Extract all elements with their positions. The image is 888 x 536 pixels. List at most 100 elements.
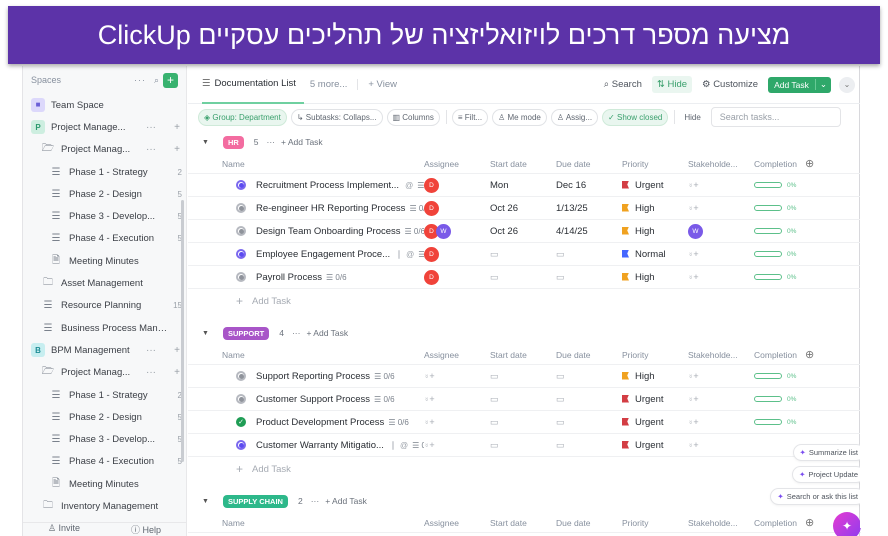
priority-cell[interactable]: High <box>622 226 688 237</box>
add-stakeholder-icon[interactable]: ⍤+ <box>688 394 699 404</box>
stakeholder-cell[interactable]: ⍤+ <box>688 394 754 405</box>
priority-cell[interactable]: High <box>622 371 688 382</box>
column-name[interactable]: Name <box>188 350 424 360</box>
status-todo-icon[interactable] <box>236 371 246 381</box>
sidebar-item[interactable]: ☰ Phase 4 - Execution 5 <box>23 451 186 473</box>
table-row[interactable]: Customer Support Process ☰ 0/6 ⍤+ ▭ ▭ Urgent ⍤… <box>188 388 861 411</box>
plus-icon[interactable]: + <box>174 122 180 133</box>
item-actions[interactable]: ··· + <box>146 144 186 155</box>
task-name[interactable]: Customer Warranty Mitigatio... <box>256 440 384 451</box>
avatar[interactable]: W <box>688 223 703 239</box>
chevron-down-icon[interactable]: ⌄ <box>814 79 831 90</box>
due-date-cell[interactable]: Dec 16 <box>556 180 622 191</box>
ai-action-button[interactable]: ✦ Project Update <box>792 466 861 483</box>
calendar-icon[interactable]: ▭ <box>490 272 499 282</box>
add-assignee-icon[interactable]: ⍤+ <box>424 440 435 450</box>
column-completion[interactable]: Completion ⊕ <box>754 157 824 170</box>
more-icon[interactable]: ··· <box>311 496 320 506</box>
due-date-cell[interactable]: 1/13/25 <box>556 203 622 214</box>
sidebar-item[interactable]: ☰ Resource Planning 15 <box>23 295 186 317</box>
task-name-cell[interactable]: Customer Support Process ☰ 0/6 <box>188 394 424 405</box>
add-task-row[interactable]: + Add Task <box>188 289 861 313</box>
priority-cell[interactable]: High <box>622 272 688 283</box>
subtasks-count[interactable]: ☰ 0/6 <box>405 227 424 236</box>
checkbox[interactable] <box>391 440 394 450</box>
start-date-cell[interactable]: ▭ <box>490 440 556 451</box>
assignee-cell[interactable]: D <box>424 246 490 262</box>
status-todo-icon[interactable] <box>236 226 246 236</box>
subtasks-count[interactable]: ☰ 0/6 <box>374 395 395 404</box>
group-tag[interactable]: SUPPORT <box>222 326 270 340</box>
avatar[interactable]: D <box>424 177 439 193</box>
subtasks-count[interactable]: ☰ 0/6 <box>409 204 424 213</box>
sidebar-item[interactable]: ☰ Phase 3 - Develop... 5 <box>23 205 186 227</box>
stakeholder-cell[interactable]: ⍤+ <box>688 203 754 214</box>
priority-cell[interactable]: Normal <box>622 249 688 260</box>
add-stakeholder-icon[interactable]: ⍤+ <box>688 272 699 282</box>
task-name[interactable]: Recruitment Process Implement... <box>256 180 399 191</box>
more-icon[interactable]: ··· <box>134 75 146 85</box>
item-actions[interactable]: ··· + <box>146 367 186 378</box>
sidebar-item[interactable]: 🗎 Meeting Minutes <box>23 250 186 272</box>
sidebar-item[interactable]: 🗀 Asset Management <box>23 272 186 294</box>
calendar-icon[interactable]: ▭ <box>556 417 565 427</box>
table-row[interactable]: Customer Warranty Mitigatio...@☰ 0/6⍤+▭▭… <box>188 434 861 457</box>
task-name[interactable]: Payroll Process <box>256 272 322 283</box>
add-column-icon[interactable]: ⊕ <box>805 157 814 170</box>
stakeholder-cell[interactable]: ⍤+ <box>688 440 754 451</box>
more-icon[interactable]: ··· <box>267 137 276 147</box>
add-stakeholder-icon[interactable]: ⍤+ <box>688 180 699 190</box>
subtasks-count[interactable]: ☰ 0/6 <box>326 273 347 282</box>
add-column-icon[interactable]: ⊕ <box>805 516 814 529</box>
sidebar-scrollbar[interactable] <box>181 200 184 462</box>
avatar[interactable]: D <box>424 269 439 285</box>
task-name-cell[interactable]: Design Team Onboarding Process ☰ 0/6 <box>188 226 424 237</box>
priority-cell[interactable]: Urgent <box>622 440 688 451</box>
show-closed-chip[interactable]: ✓ Show closed <box>602 108 669 126</box>
task-name-cell[interactable]: Recruitment Process Implement... @☰ 0/6 <box>188 180 424 191</box>
search-icon[interactable]: ⌕ <box>154 75 159 86</box>
collapse-toolbar-button[interactable]: ⌄ <box>839 76 855 93</box>
column-due[interactable]: Due date <box>556 518 622 528</box>
status-todo-icon[interactable] <box>236 272 246 282</box>
item-actions[interactable]: ··· + <box>146 345 186 356</box>
calendar-icon[interactable]: ▭ <box>556 371 565 381</box>
sidebar-item[interactable]: ☰ Phase 4 - Execution 5 <box>23 228 186 250</box>
stakeholder-cell[interactable]: W <box>688 223 754 239</box>
start-date-cell[interactable]: Oct 26 <box>490 203 556 214</box>
more-icon[interactable]: ··· <box>146 345 156 356</box>
sidebar-item[interactable]: B BPM Management ··· + <box>23 339 186 361</box>
search-button[interactable]: ⌕ Search <box>604 79 642 90</box>
subtasks-chip[interactable]: ↳ Subtasks: Collaps... <box>290 108 383 126</box>
column-start[interactable]: Start date <box>490 159 556 169</box>
task-name-cell[interactable]: Support Reporting Process ☰ 0/6 <box>188 371 424 382</box>
calendar-icon[interactable]: ▭ <box>556 272 565 282</box>
due-date-cell[interactable]: ▭ <box>556 371 622 382</box>
sidebar-item[interactable]: ☰ Phase 1 - Strategy 2 <box>23 161 186 183</box>
assignee-cell[interactable]: ⍤+ <box>424 371 490 382</box>
more-icon[interactable]: ··· <box>146 122 156 133</box>
assignee-cell[interactable]: ⍤+ <box>424 440 490 451</box>
subtasks-count[interactable]: ☰ 0/6 <box>412 441 424 450</box>
caret-down-icon[interactable]: ▼ <box>202 139 209 146</box>
column-name[interactable]: Name <box>188 159 424 169</box>
column-assignee[interactable]: Assignee <box>424 350 490 360</box>
help-button[interactable]: ⓘ Help <box>105 523 187 536</box>
avatar[interactable]: D <box>424 200 439 216</box>
ai-assistant-button[interactable]: ✦ <box>833 512 861 536</box>
sidebar-item[interactable]: ☰ Phase 3 - Develop... 5 <box>23 428 186 450</box>
customize-button[interactable]: ⚙ Customize <box>702 79 758 90</box>
invite-button[interactable]: ♙ Invite <box>23 523 105 536</box>
column-completion[interactable]: Completion ⊕ <box>754 348 824 361</box>
stakeholder-cell[interactable]: ⍤+ <box>688 371 754 382</box>
add-column-icon[interactable]: ⊕ <box>805 348 814 361</box>
add-space-button[interactable]: + <box>163 72 178 88</box>
assignee-cell[interactable]: D <box>424 177 490 193</box>
column-priority[interactable]: Priority <box>622 518 688 528</box>
sidebar-item[interactable]: ■ Team Space <box>23 94 186 116</box>
plus-icon[interactable]: + <box>174 144 180 155</box>
due-date-cell[interactable]: ▭ <box>556 394 622 405</box>
due-date-cell[interactable]: ▭ <box>556 272 622 283</box>
sidebar-item[interactable]: ☰ Business Process Mana... <box>23 317 186 339</box>
column-priority[interactable]: Priority <box>622 350 688 360</box>
